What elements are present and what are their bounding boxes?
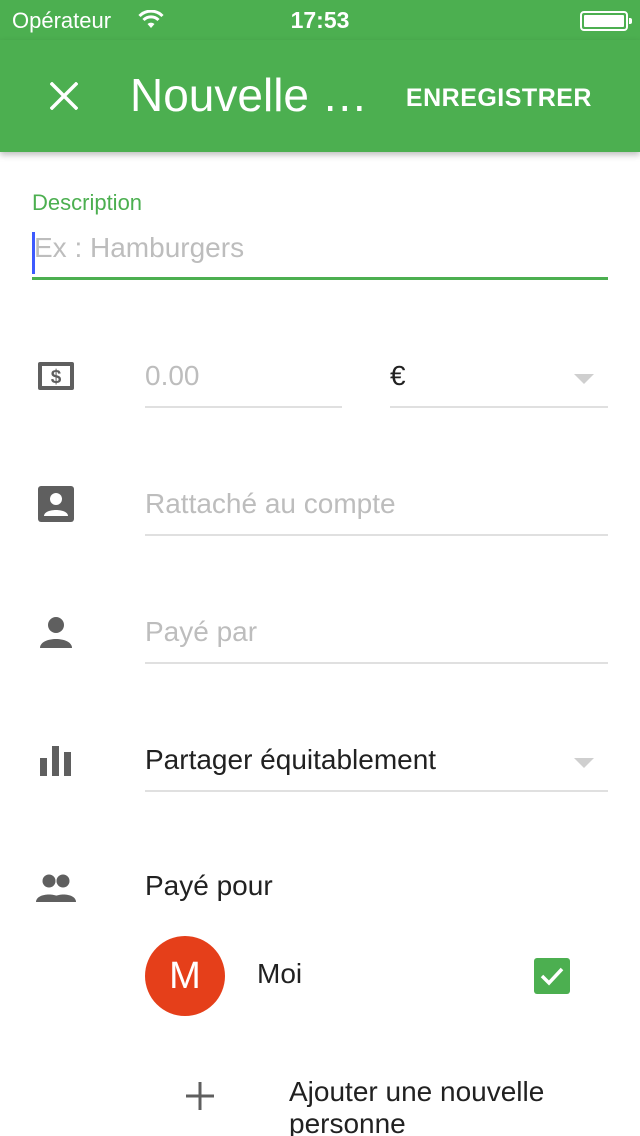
description-label: Description <box>32 190 143 215</box>
account-box-icon <box>34 482 78 526</box>
status-bar: Opérateur 17:53 <box>0 0 640 40</box>
dropdown-arrow-icon <box>574 374 594 384</box>
split-value: Partager équitablement <box>145 744 437 775</box>
check-icon <box>540 967 564 986</box>
app-bar: Nouvelle dépense ENREGISTRER <box>0 40 640 152</box>
close-icon <box>50 82 78 110</box>
paid-by-input[interactable] <box>145 606 608 658</box>
save-button[interactable]: ENREGISTRER <box>406 84 592 113</box>
add-person-button[interactable]: Ajouter une nouvelle personne <box>289 1076 589 1136</box>
svg-text:$: $ <box>51 367 62 388</box>
clock: 17:53 <box>290 7 350 33</box>
currency-select[interactable]: € <box>390 350 608 408</box>
text-cursor <box>32 232 35 274</box>
people-icon <box>34 866 78 910</box>
account-field <box>145 478 608 536</box>
person-checkbox[interactable] <box>534 958 570 994</box>
page-title: Nouvelle dépense <box>130 69 380 121</box>
split-select[interactable]: Partager équitablement <box>145 734 608 792</box>
bar-chart-icon <box>34 738 78 782</box>
paid-for-label: Payé pour <box>145 870 273 901</box>
currency-value: € <box>390 360 406 391</box>
person-icon <box>34 610 78 654</box>
close-button[interactable] <box>30 64 98 128</box>
amount-field <box>145 350 342 408</box>
battery-icon <box>580 11 632 31</box>
plus-icon[interactable] <box>180 1076 220 1116</box>
money-icon: $ <box>34 354 78 398</box>
amount-input[interactable] <box>145 350 342 402</box>
avatar: M <box>145 936 225 1016</box>
person-name: Moi <box>257 958 303 989</box>
description-field <box>32 226 608 280</box>
paid-by-field <box>145 606 608 664</box>
description-input[interactable] <box>32 226 608 270</box>
dropdown-arrow-icon <box>574 758 594 768</box>
account-input[interactable] <box>145 478 608 530</box>
